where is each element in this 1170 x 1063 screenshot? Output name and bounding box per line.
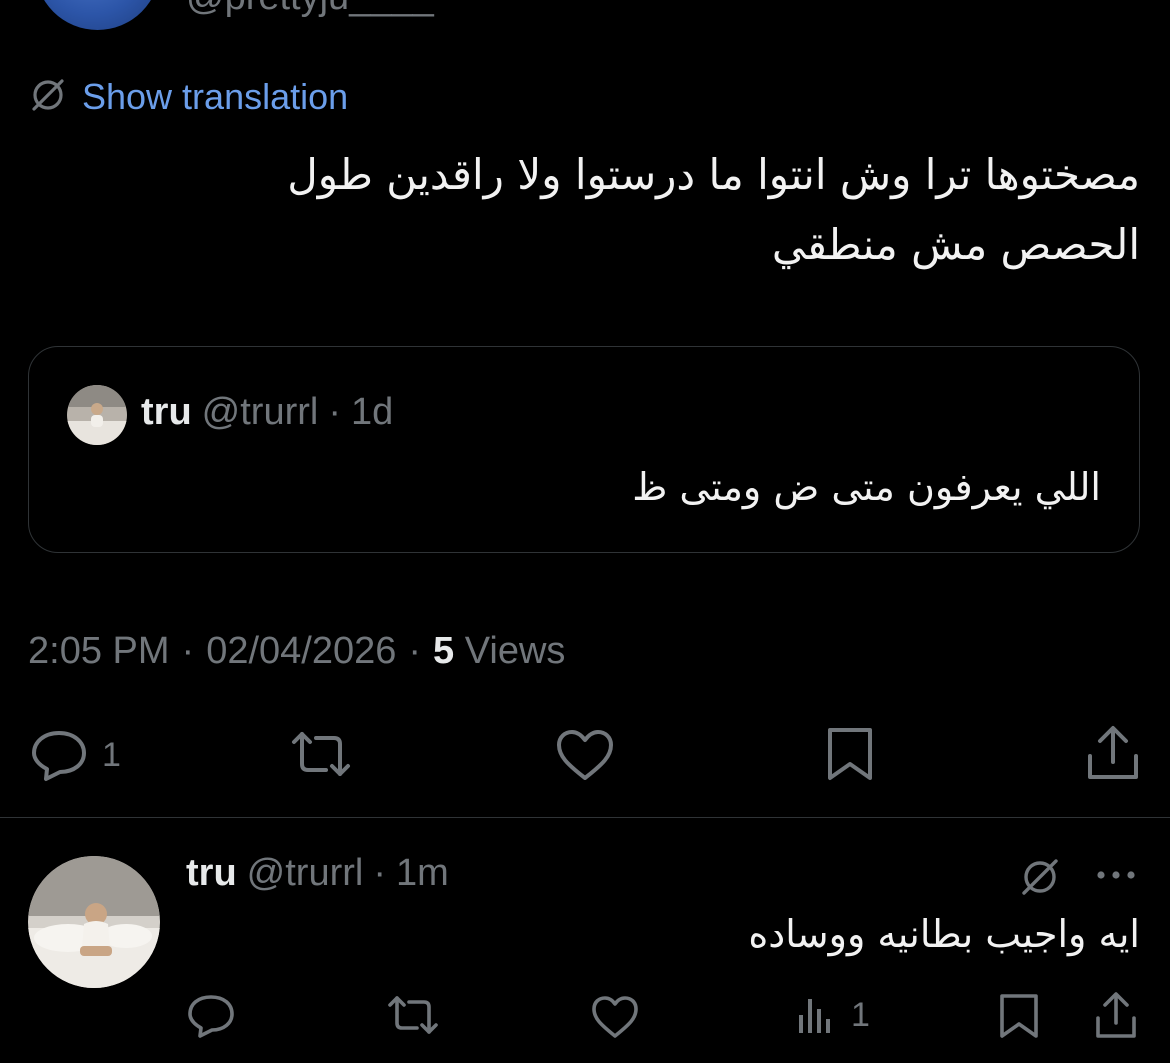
reply-author-avatar[interactable] [28, 856, 160, 988]
retweet-icon [288, 728, 354, 780]
more-icon [1094, 871, 1138, 894]
views-count: 5 [433, 630, 455, 672]
tweet-date: 02/04/2026 [206, 630, 397, 672]
share-icon [1086, 724, 1140, 782]
tweet-time: 2:05 PM [28, 630, 170, 672]
quoted-age: 1d [350, 391, 394, 433]
reply-reply-button[interactable] [186, 993, 236, 1039]
bookmark-icon [998, 992, 1040, 1040]
tweet-views[interactable]: 5 Views [433, 630, 565, 673]
like-icon [590, 994, 640, 1040]
tweet-text-line-1: مصختوها ترا وش انتوا ما درستوا ولا راقدي… [287, 150, 1140, 199]
translate-icon [28, 75, 68, 120]
reply-button[interactable]: 1 [30, 727, 121, 783]
reply-count: 1 [102, 735, 121, 774]
reply-separator: · [373, 852, 386, 894]
quoted-separator: · [328, 391, 341, 433]
retweet-button[interactable] [288, 728, 354, 780]
reply-retweet-button[interactable] [385, 993, 441, 1037]
tweet-text-line-2: الحصص مش منطقي [771, 220, 1140, 269]
reply-translate-button[interactable] [1018, 855, 1062, 904]
retweet-icon [385, 993, 441, 1037]
reply-views-button[interactable]: 1 [797, 995, 870, 1035]
reply-icon [186, 993, 236, 1039]
author-handle[interactable]: @prettyju____ [186, 0, 434, 19]
tweet-meta: 2:05 PM · 02/04/2026 · 5 Views [28, 630, 565, 673]
like-icon [555, 728, 615, 782]
meta-separator-1: · [181, 630, 195, 672]
reply-bookmark-button[interactable] [998, 992, 1040, 1040]
meta-separator-2: · [408, 630, 422, 672]
quoted-author-handle[interactable]: @trurrl [202, 391, 319, 434]
author-avatar[interactable] [35, 0, 160, 30]
show-translation-button[interactable]: Show translation [28, 74, 348, 120]
divider [0, 817, 1170, 818]
bookmark-icon [826, 726, 874, 782]
reply-icon [30, 727, 88, 783]
share-button[interactable] [1086, 724, 1140, 782]
quoted-author-header: tru @trurrl · 1d [141, 391, 393, 434]
show-translation-label: Show translation [82, 76, 349, 117]
quoted-author-name[interactable]: tru [141, 391, 192, 434]
reply-like-button[interactable] [590, 994, 640, 1040]
share-icon [1094, 990, 1138, 1040]
reply-age: 1m [395, 852, 449, 894]
views-icon [797, 995, 837, 1035]
quoted-author-avatar[interactable] [67, 385, 127, 445]
reply-share-button[interactable] [1094, 990, 1138, 1040]
like-button[interactable] [555, 728, 615, 782]
views-label: Views [464, 630, 566, 672]
reply-views-count: 1 [851, 995, 870, 1034]
reply-text: ايه واجيب بطانيه ووساده [748, 912, 1140, 956]
tweet-text: مصختوها ترا وش انتوا ما درستوا ولا راقدي… [150, 140, 1140, 280]
reply-author-header: tru @trurrl · 1m [186, 852, 449, 895]
quoted-tweet-card[interactable]: tru @trurrl · 1d اللي يعرفون متى ض ومتى … [28, 346, 1140, 553]
translate-icon [1018, 859, 1062, 903]
quoted-tweet-text: اللي يعرفون متى ض ومتى ظ [632, 465, 1101, 509]
bookmark-button[interactable] [826, 726, 874, 782]
reply-author-name[interactable]: tru [186, 852, 237, 895]
more-options-button[interactable] [1094, 860, 1138, 895]
reply-author-handle[interactable]: @trurrl [247, 852, 364, 895]
